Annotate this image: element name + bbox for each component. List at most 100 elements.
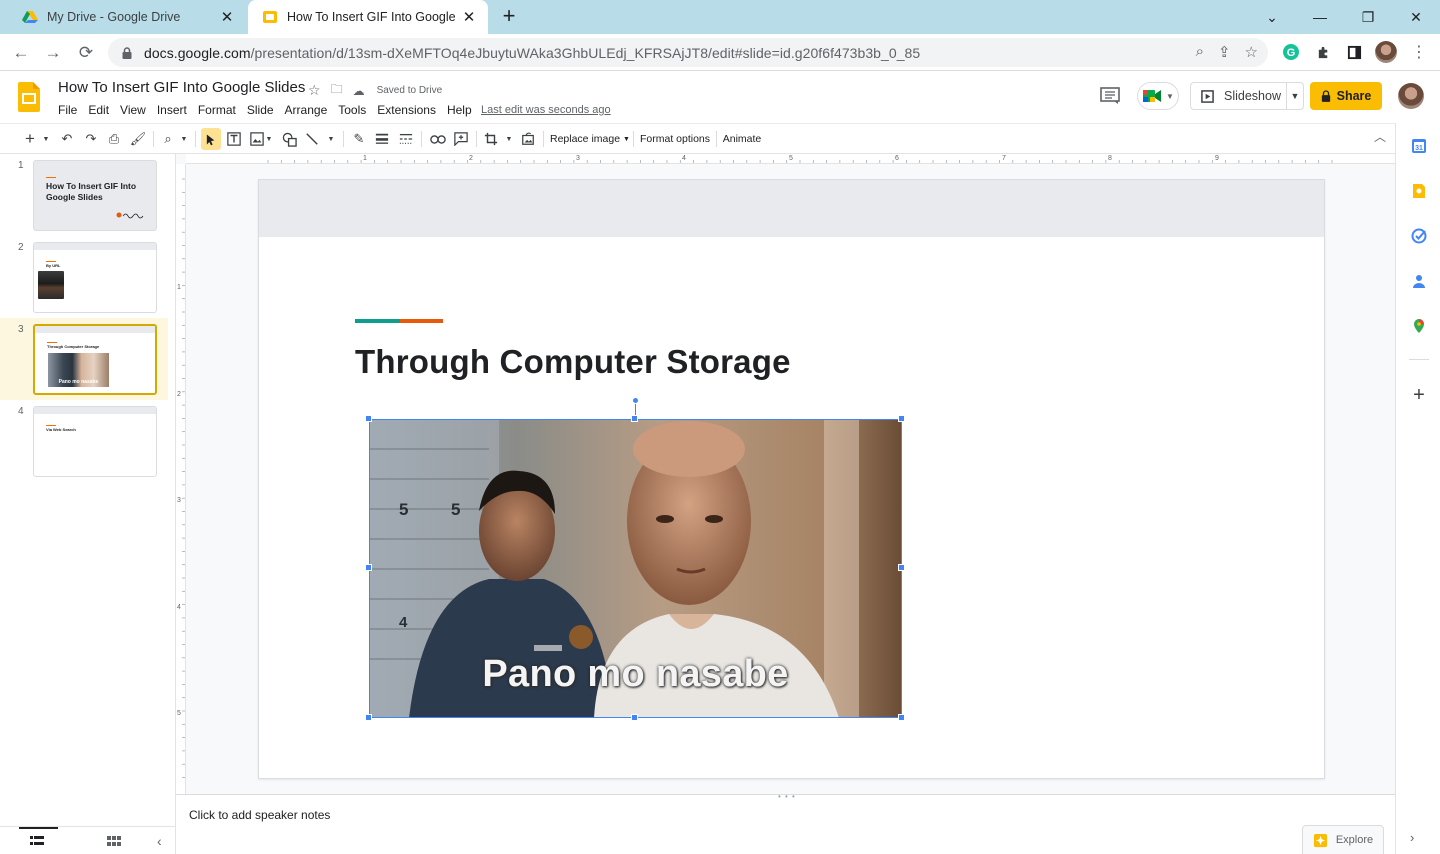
resize-handle-top[interactable]	[631, 415, 638, 422]
menu-slide[interactable]: Slide	[247, 103, 274, 117]
zoom-icon[interactable]: ⌕	[1196, 43, 1204, 61]
minimize-icon[interactable]: —	[1296, 0, 1344, 34]
new-tab-button[interactable]: +	[498, 5, 520, 28]
menu-edit[interactable]: Edit	[88, 103, 109, 117]
grid-view-icon[interactable]	[107, 835, 121, 847]
undo-icon[interactable]: ↶	[58, 128, 76, 150]
zoom-icon[interactable]: ⌕	[159, 128, 177, 150]
vertical-ruler[interactable]: 1 2 3 4 5	[176, 164, 186, 794]
filmstrip-slide[interactable]: 2 By URL	[0, 236, 168, 318]
menu-view[interactable]: View	[120, 103, 146, 117]
reload-icon[interactable]: ⟳	[73, 40, 99, 66]
keep-icon[interactable]	[1410, 182, 1428, 200]
get-addons-plus-icon[interactable]: +	[1410, 384, 1428, 406]
slideshow-dropdown-icon[interactable]: ▼	[1287, 91, 1303, 101]
crop-icon[interactable]	[482, 128, 500, 150]
maps-icon[interactable]	[1410, 317, 1428, 335]
speaker-notes-input[interactable]: Click to add speaker notes	[189, 808, 330, 822]
border-dash-icon[interactable]	[397, 128, 415, 150]
browser-tab-slides[interactable]: How To Insert GIF Into Google Sli ✕	[248, 0, 488, 34]
filmstrip-slide-selected[interactable]: 3 Through Computer Storage Pano mo nasab…	[0, 318, 168, 400]
collapse-filmstrip-icon[interactable]: ‹	[157, 833, 162, 849]
select-cursor-icon[interactable]	[201, 128, 221, 150]
replace-image-button[interactable]: Replace image ▼	[550, 128, 630, 150]
star-icon[interactable]: ☆	[308, 82, 321, 99]
menu-arrange[interactable]: Arrange	[285, 103, 328, 117]
close-window-icon[interactable]: ✕	[1392, 0, 1440, 34]
slide-thumbnail[interactable]: Through Computer Storage Pano mo nasabe	[33, 324, 157, 395]
paint-format-icon[interactable]: 🖌	[129, 128, 147, 150]
slide-title-text[interactable]: Through Computer Storage	[355, 343, 791, 381]
side-panel-icon[interactable]	[1343, 41, 1365, 63]
crop-dropdown-icon[interactable]: ▼	[503, 128, 515, 150]
restore-icon[interactable]: ❐	[1344, 0, 1392, 34]
resize-handle-left[interactable]	[365, 564, 372, 571]
last-edit-link[interactable]: Last edit was seconds ago	[481, 104, 611, 116]
share-button[interactable]: Share	[1310, 82, 1382, 110]
menu-extensions[interactable]: Extensions	[377, 103, 436, 117]
resize-handle-right[interactable]	[898, 564, 905, 571]
border-color-pencil-icon[interactable]: ✎	[350, 128, 368, 150]
new-slide-dropdown-icon[interactable]: ▼	[40, 128, 52, 150]
filmstrip-slide[interactable]: 4 Via Web Search	[0, 400, 168, 482]
animate-button[interactable]: Animate	[720, 128, 764, 150]
close-tab-icon[interactable]: ✕	[218, 8, 236, 26]
resize-handle-bottom-right[interactable]	[898, 714, 905, 721]
profile-avatar[interactable]	[1375, 41, 1397, 63]
expand-side-panel-icon[interactable]: ›	[1410, 830, 1414, 845]
move-folder-icon[interactable]: 🗀	[331, 80, 343, 101]
close-tab-icon[interactable]: ✕	[460, 8, 478, 26]
gif-image[interactable]: 5 5 4 Pano mo nasabe	[369, 419, 902, 718]
format-options-button[interactable]: Format options	[638, 128, 712, 150]
rotation-handle[interactable]	[632, 397, 639, 404]
selected-gif-image[interactable]: 5 5 4 Pano mo nasabe	[365, 397, 905, 721]
menu-insert[interactable]: Insert	[157, 103, 187, 117]
cloud-saved-icon[interactable]: ☁	[353, 84, 365, 98]
border-weight-icon[interactable]	[373, 128, 391, 150]
slideshow-button[interactable]: Slideshow ▼	[1190, 82, 1304, 110]
forward-arrow-icon[interactable]: →	[40, 40, 66, 66]
menu-tools[interactable]: Tools	[338, 103, 366, 117]
menu-format[interactable]: Format	[198, 103, 236, 117]
slide-thumbnail[interactable]: By URL	[33, 242, 157, 313]
menu-file[interactable]: File	[58, 103, 77, 117]
chrome-menu-icon[interactable]: ⋮	[1408, 41, 1430, 63]
tab-search-icon[interactable]: ⌄	[1248, 0, 1296, 34]
insert-link-icon[interactable]	[428, 128, 448, 150]
bookmark-star-icon[interactable]: ☆	[1245, 43, 1258, 61]
menu-help[interactable]: Help	[447, 103, 472, 117]
contacts-icon[interactable]	[1410, 272, 1428, 290]
grammarly-extension-icon[interactable]: G	[1280, 41, 1302, 63]
shape-icon[interactable]	[279, 128, 299, 150]
text-box-icon[interactable]	[225, 128, 243, 150]
print-icon[interactable]: ⎙	[105, 128, 123, 150]
filmstrip-slide[interactable]: 1 How To Insert GIF Into Google Slides	[0, 154, 168, 236]
meet-button[interactable]: ▼	[1137, 82, 1179, 110]
account-avatar[interactable]	[1398, 83, 1424, 109]
extensions-puzzle-icon[interactable]	[1312, 41, 1334, 63]
back-arrow-icon[interactable]: ←	[8, 40, 34, 66]
image-dropdown-icon[interactable]: ▼	[264, 128, 274, 150]
new-slide-icon[interactable]: +	[20, 128, 40, 150]
browser-tab-drive[interactable]: My Drive - Google Drive ✕	[8, 0, 246, 34]
filmstrip-view-icon[interactable]	[30, 835, 44, 847]
slide-canvas[interactable]: Through Computer Storage 5 5 4 Pano mo n…	[258, 179, 1325, 779]
tasks-icon[interactable]	[1410, 227, 1428, 245]
comment-history-icon[interactable]	[1100, 87, 1120, 105]
collapse-toolbar-icon[interactable]: ︿	[1374, 128, 1386, 145]
reset-image-icon[interactable]	[519, 128, 537, 150]
calendar-icon[interactable]: 31	[1410, 137, 1428, 155]
line-icon[interactable]	[303, 128, 321, 150]
zoom-dropdown-icon[interactable]: ▼	[178, 128, 190, 150]
share-page-icon[interactable]: ⇪	[1218, 43, 1231, 61]
redo-icon[interactable]: ↷	[82, 128, 100, 150]
slide-thumbnail[interactable]: How To Insert GIF Into Google Slides	[33, 160, 157, 231]
horizontal-ruler[interactable]: 1 2 3 4 5 6 7 8 9	[186, 154, 1395, 164]
resize-handle-top-right[interactable]	[898, 415, 905, 422]
resize-handle-top-left[interactable]	[365, 415, 372, 422]
resize-handle-bottom-left[interactable]	[365, 714, 372, 721]
slides-logo-icon[interactable]	[18, 82, 40, 112]
address-bar[interactable]: docs.google.com/presentation/d/13sm-dXeM…	[108, 38, 1268, 67]
slide-thumbnail[interactable]: Via Web Search	[33, 406, 157, 477]
explore-button[interactable]: Explore	[1302, 825, 1384, 854]
